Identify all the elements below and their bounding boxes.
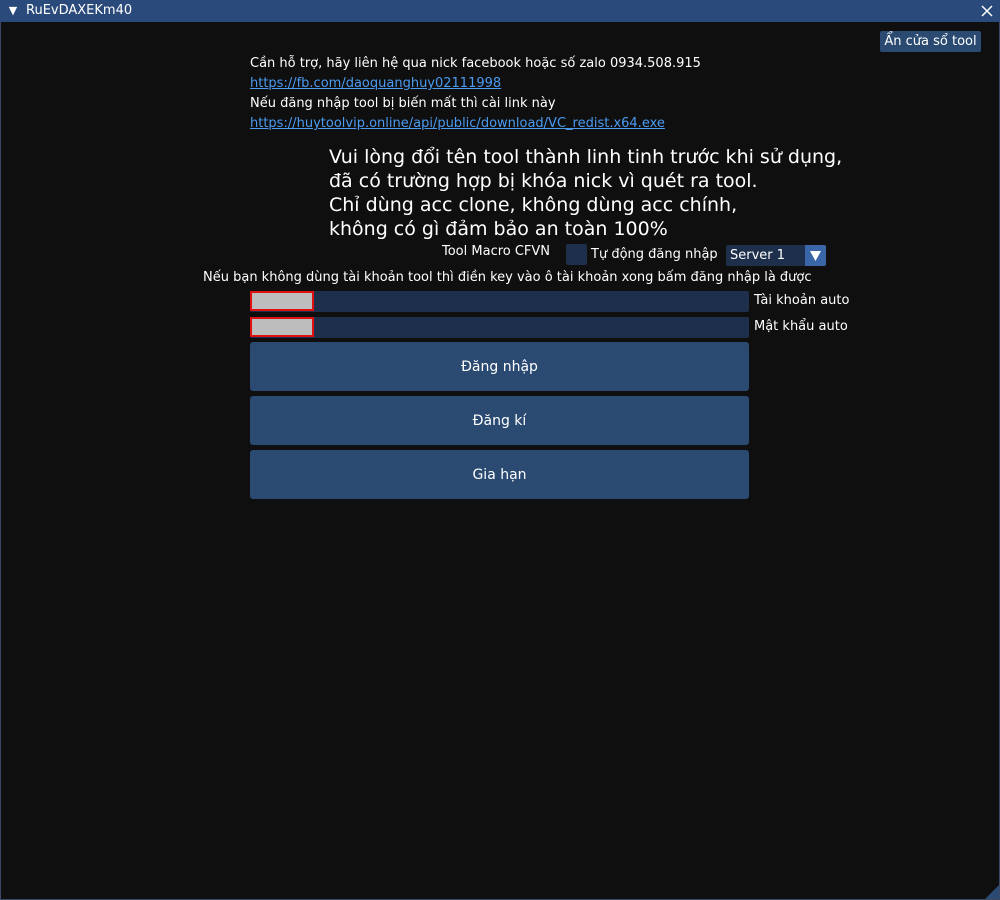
redist-notice-text: Nếu đăng nhập tool bị biến mất thì cài l…	[250, 96, 556, 111]
tool-name-label: Tool Macro CFVN	[442, 244, 551, 259]
warning-line-1: Vui lòng đổi tên tool thành linh tinh tr…	[329, 146, 843, 168]
login-button[interactable]: Đăng nhập	[250, 342, 749, 391]
warning-line-2: đã có trường hợp bị khóa nick vì quét ra…	[329, 170, 758, 192]
chevron-down-icon[interactable]	[805, 245, 826, 266]
server-select-value: Server 1	[730, 248, 786, 263]
warning-line-3: Chỉ dùng acc clone, không dùng acc chính…	[329, 194, 738, 216]
account-input[interactable]	[250, 291, 749, 312]
register-button[interactable]: Đăng kí	[250, 396, 749, 445]
password-input-redaction	[250, 317, 314, 337]
hide-tool-window-button[interactable]: Ẩn cửa sổ tool	[880, 31, 981, 52]
close-icon[interactable]	[974, 0, 1000, 22]
warning-message: Vui lòng đổi tên tool thành linh tinh tr…	[329, 145, 842, 241]
password-input[interactable]	[250, 317, 749, 338]
account-input-redaction	[250, 291, 314, 311]
server-select[interactable]: Server 1	[726, 245, 826, 266]
key-hint-text: Nếu bạn không dùng tài khoản tool thì đi…	[203, 270, 812, 285]
auto-login-label[interactable]: Tự động đăng nhập	[591, 246, 718, 264]
support-contact-text: Cần hỗ trợ, hãy liên hệ qua nick faceboo…	[250, 56, 701, 71]
warning-line-4: không có gì đảm bảo an toàn 100%	[329, 218, 668, 240]
account-input-label: Tài khoản auto	[754, 293, 850, 308]
facebook-link[interactable]: https://fb.com/daoquanghuy02111998	[250, 75, 501, 93]
resize-grip-icon[interactable]	[985, 885, 999, 899]
collapse-arrow-icon[interactable]: ▼	[0, 0, 26, 22]
window-title: RuEvDAXEKm40	[26, 3, 133, 18]
password-input-label: Mật khẩu auto	[754, 319, 848, 334]
vc-redist-download-link[interactable]: https://huytoolvip.online/api/public/dow…	[250, 115, 665, 133]
extend-button[interactable]: Gia hạn	[250, 450, 749, 499]
auto-login-checkbox[interactable]	[566, 244, 587, 265]
window-titlebar[interactable]: ▼ RuEvDAXEKm40	[0, 0, 1000, 22]
